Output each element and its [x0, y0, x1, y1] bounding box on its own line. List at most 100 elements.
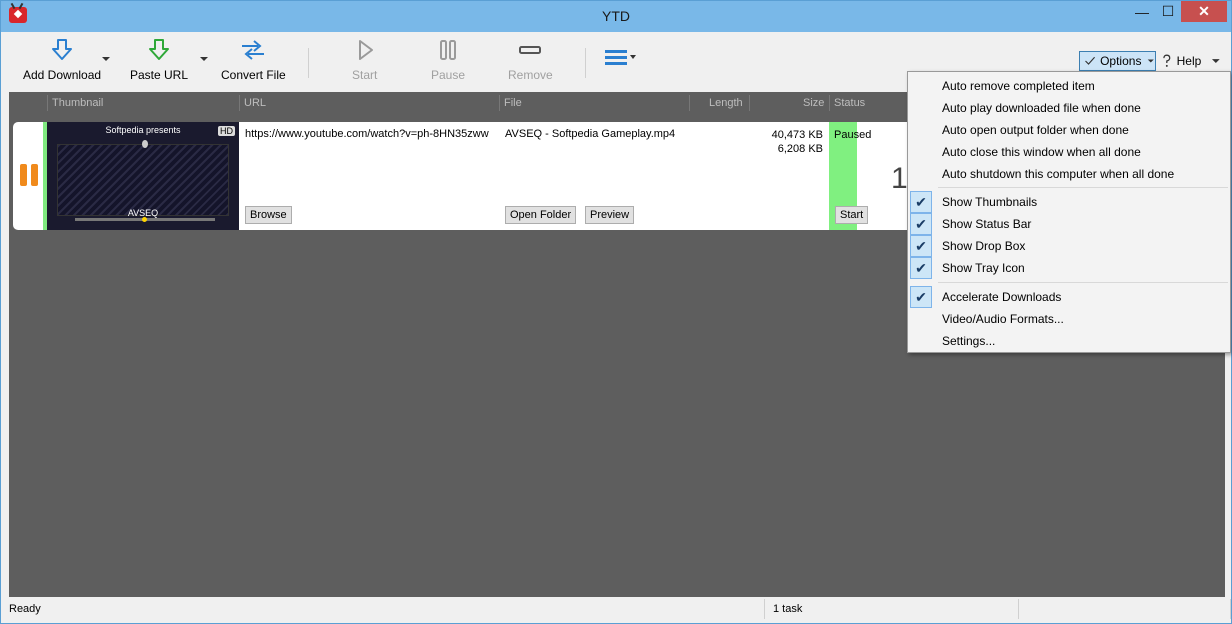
column-separator: [689, 95, 690, 111]
play-icon: [358, 40, 373, 60]
list-view-icon: [605, 50, 636, 65]
preview-button[interactable]: Preview: [585, 206, 635, 224]
menu-item-label: Show Tray Icon: [942, 261, 1025, 275]
column-header-thumbnail[interactable]: Thumbnail: [52, 97, 103, 109]
row-start-button[interactable]: Start: [835, 206, 869, 224]
menu-item-label: Settings...: [942, 334, 996, 348]
menu-item-auto-close[interactable]: Auto close this window when all done: [908, 141, 1230, 163]
paused-indicator-icon[interactable]: [20, 164, 40, 186]
menu-item-show-tray-icon[interactable]: ✔ Show Tray Icon: [908, 257, 1230, 279]
row-status: Paused: [834, 129, 872, 141]
add-download-button[interactable]: Add Download: [23, 38, 101, 82]
add-download-label: Add Download: [23, 68, 102, 82]
menu-item-auto-play[interactable]: Auto play downloaded file when done: [908, 97, 1230, 119]
checkmark-icon: [1085, 56, 1096, 65]
convert-file-button[interactable]: Convert File: [221, 38, 286, 82]
menu-item-accelerate-downloads[interactable]: ✔ Accelerate Downloads: [908, 286, 1230, 308]
thumbnail-title: Softpedia presents: [105, 125, 181, 135]
chevron-down-icon: [1212, 59, 1221, 63]
menu-separator: [938, 187, 1228, 188]
menu-item-label: Show Thumbnails: [942, 195, 1038, 209]
row-size-total: 40,473 KB: [771, 129, 823, 141]
start-button[interactable]: Start: [352, 38, 377, 82]
remove-label: Remove: [508, 68, 553, 82]
menu-item-auto-remove[interactable]: Auto remove completed item: [908, 75, 1230, 97]
view-menu-button[interactable]: [603, 46, 639, 70]
menu-item-label: Show Drop Box: [942, 239, 1026, 253]
column-header-size[interactable]: Size: [803, 97, 824, 109]
add-download-dropdown-icon[interactable]: [102, 57, 110, 61]
column-separator: [829, 95, 830, 111]
minimize-button[interactable]: —: [1129, 1, 1155, 22]
menu-item-show-drop-box[interactable]: ✔ Show Drop Box: [908, 235, 1230, 257]
checkmark-icon: ✔: [910, 257, 932, 279]
menu-separator: [938, 282, 1228, 283]
status-text: Ready: [1, 599, 765, 619]
thumbnail-sprite-icon: [142, 140, 148, 148]
column-separator: [749, 95, 750, 111]
maximize-button[interactable]: ☐: [1155, 1, 1181, 22]
status-bar: Ready 1 task: [1, 597, 1231, 623]
paste-url-label: Paste URL: [130, 68, 189, 82]
options-label: Options: [1100, 54, 1142, 68]
browse-button[interactable]: Browse: [245, 206, 292, 224]
help-button[interactable]: Help: [1161, 51, 1221, 71]
pause-button[interactable]: Pause: [431, 38, 465, 82]
menu-item-auto-open-folder[interactable]: Auto open output folder when done: [908, 119, 1230, 141]
paste-url-button[interactable]: Paste URL: [130, 38, 188, 82]
menu-item-label: Auto open output folder when done: [942, 123, 1129, 137]
hd-badge: HD: [218, 126, 235, 136]
start-label: Start: [352, 68, 378, 82]
row-size: 40,473 KB 6,208 KB: [749, 128, 823, 156]
column-header-file[interactable]: File: [504, 97, 522, 109]
status-empty-segment: [1019, 599, 1231, 619]
checkmark-icon: ✔: [910, 213, 932, 235]
menu-item-show-status-bar[interactable]: ✔ Show Status Bar: [908, 213, 1230, 235]
checkmark-icon: ✔: [910, 191, 932, 213]
convert-file-label: Convert File: [221, 68, 286, 82]
toolbar-separator: [308, 48, 309, 78]
menu-item-label: Auto close this window when all done: [942, 145, 1141, 159]
options-menu: Auto remove completed item Auto play dow…: [907, 71, 1231, 353]
open-folder-button[interactable]: Open Folder: [505, 206, 577, 224]
row-size-done: 6,208 KB: [777, 143, 823, 155]
menu-item-settings[interactable]: Settings...: [908, 330, 1230, 352]
menu-item-label: Show Status Bar: [942, 217, 1032, 231]
menu-item-formats[interactable]: Video/Audio Formats...: [908, 308, 1230, 330]
options-button[interactable]: Options: [1079, 51, 1156, 71]
menu-item-label: Accelerate Downloads: [942, 290, 1062, 304]
question-mark-icon: [1163, 54, 1171, 67]
window-title: YTD: [602, 8, 630, 24]
row-file: AVSEQ - Softpedia Gameplay.mp4: [505, 128, 676, 140]
menu-item-show-thumbnails[interactable]: ✔ Show Thumbnails: [908, 191, 1230, 213]
status-task-count: 1 task: [765, 599, 1019, 619]
download-arrow-icon: [52, 39, 73, 60]
download-row[interactable]: Softpedia presents HD AVSEQ https://www.…: [13, 122, 1013, 230]
close-button[interactable]: ✕: [1181, 1, 1227, 22]
help-label: Help: [1176, 54, 1202, 68]
column-header-status[interactable]: Status: [834, 97, 865, 109]
row-index: 1: [891, 162, 908, 195]
pause-icon: [440, 40, 457, 60]
paste-arrow-icon: [149, 39, 170, 60]
checkmark-icon: ✔: [910, 286, 932, 308]
remove-button[interactable]: Remove: [508, 38, 553, 82]
column-header-url[interactable]: URL: [244, 97, 266, 109]
menu-item-auto-shutdown[interactable]: Auto shutdown this computer when all don…: [908, 163, 1230, 185]
column-header-length[interactable]: Length: [709, 97, 743, 109]
column-separator: [47, 95, 48, 111]
menu-item-label: Video/Audio Formats...: [942, 312, 1064, 326]
checkmark-icon: ✔: [910, 235, 932, 257]
menu-item-label: Auto remove completed item: [942, 79, 1095, 93]
video-thumbnail[interactable]: Softpedia presents HD AVSEQ: [47, 122, 239, 230]
row-url: https://www.youtube.com/watch?v=ph-8HN35…: [245, 128, 489, 140]
menu-item-label: Auto play downloaded file when done: [942, 101, 1141, 115]
column-separator: [499, 95, 500, 111]
paste-url-dropdown-icon[interactable]: [200, 57, 208, 61]
minus-icon: [519, 46, 542, 54]
convert-arrows-icon: [242, 40, 265, 60]
pause-label: Pause: [431, 68, 466, 82]
titlebar: YTD — ☐ ✕: [1, 1, 1231, 32]
column-separator: [239, 95, 240, 111]
menu-item-label: Auto shutdown this computer when all don…: [942, 167, 1175, 181]
